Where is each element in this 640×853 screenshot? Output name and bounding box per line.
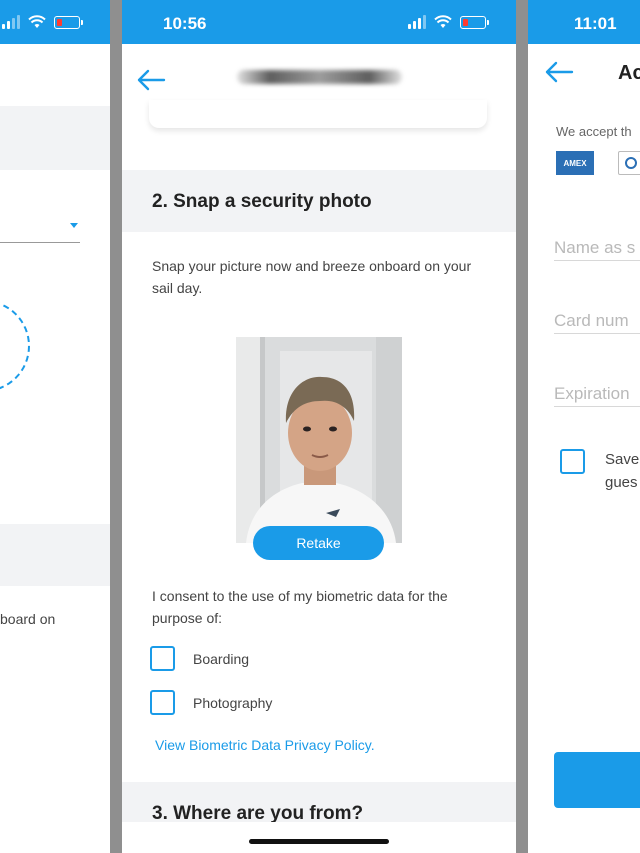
- amex-card-icon: AMEX: [556, 151, 594, 175]
- checkbox-row-boarding[interactable]: Boarding: [150, 646, 249, 671]
- right-phone-screen: 11:01 Ac We accept th AMEX Name as s Car…: [528, 0, 640, 853]
- back-arrow-icon[interactable]: [544, 60, 574, 84]
- battery-icon: [460, 16, 489, 29]
- checkbox-row-photography[interactable]: Photography: [150, 690, 272, 715]
- photography-label: Photography: [193, 694, 273, 711]
- dropdown-underline[interactable]: [0, 242, 80, 243]
- section-2-title: 2. Snap a security photo: [152, 191, 372, 212]
- security-photo: [236, 337, 402, 543]
- bottom-safe-area: [122, 822, 516, 853]
- boarding-label: Boarding: [193, 650, 250, 667]
- card-number-field[interactable]: Card num: [554, 311, 629, 331]
- photography-checkbox[interactable]: [150, 690, 175, 715]
- previous-card: [149, 100, 487, 128]
- retake-button[interactable]: Retake: [253, 526, 384, 560]
- battery-icon: [54, 16, 83, 29]
- status-icons: [408, 15, 489, 29]
- section-2-description: Snap your picture now and breeze onboard…: [152, 258, 472, 296]
- redacted-title: [237, 70, 402, 84]
- consent-text: I consent to the use of my biometric dat…: [152, 588, 448, 626]
- accepted-cards-text: We accept th: [556, 124, 632, 139]
- expiration-underline: [554, 406, 640, 407]
- status-time: 10:56: [163, 14, 207, 33]
- save-card-label-line2: gues: [605, 474, 638, 491]
- home-indicator: [249, 839, 389, 844]
- upload-circle[interactable]: [0, 300, 30, 392]
- status-bar: 10:56: [122, 0, 516, 44]
- center-phone-screen: 10:56 2. Snap a security photo Snap your…: [122, 0, 516, 853]
- diners-card-icon: [618, 151, 640, 175]
- dropdown-caret-icon[interactable]: [70, 223, 78, 228]
- save-card-checkbox[interactable]: [560, 449, 585, 474]
- wifi-icon: [28, 15, 46, 28]
- privacy-policy-link[interactable]: View Biometric Data Privacy Policy.: [155, 737, 375, 753]
- status-time: 11:01: [574, 14, 617, 33]
- card-number-underline: [554, 333, 640, 334]
- boarding-checkbox[interactable]: [150, 646, 175, 671]
- left-phone-screen: board on: [0, 0, 110, 853]
- expiration-field[interactable]: Expiration: [554, 384, 630, 404]
- section-header-bg-2: [0, 524, 110, 586]
- signal-icon: [2, 15, 20, 29]
- name-field[interactable]: Name as s: [554, 238, 635, 258]
- status-bar: [0, 0, 110, 44]
- save-card-label-line1: Save: [605, 451, 640, 468]
- status-bar: 11:01: [528, 0, 640, 44]
- partial-description: board on: [0, 611, 56, 627]
- section-header-bg: [0, 106, 110, 170]
- back-arrow-icon[interactable]: [136, 68, 166, 92]
- name-field-underline: [554, 260, 640, 261]
- signal-icon: [408, 15, 426, 29]
- submit-button[interactable]: [554, 752, 640, 808]
- status-icons: [2, 15, 83, 29]
- page-title: Ac: [618, 62, 640, 84]
- wifi-icon: [434, 15, 452, 28]
